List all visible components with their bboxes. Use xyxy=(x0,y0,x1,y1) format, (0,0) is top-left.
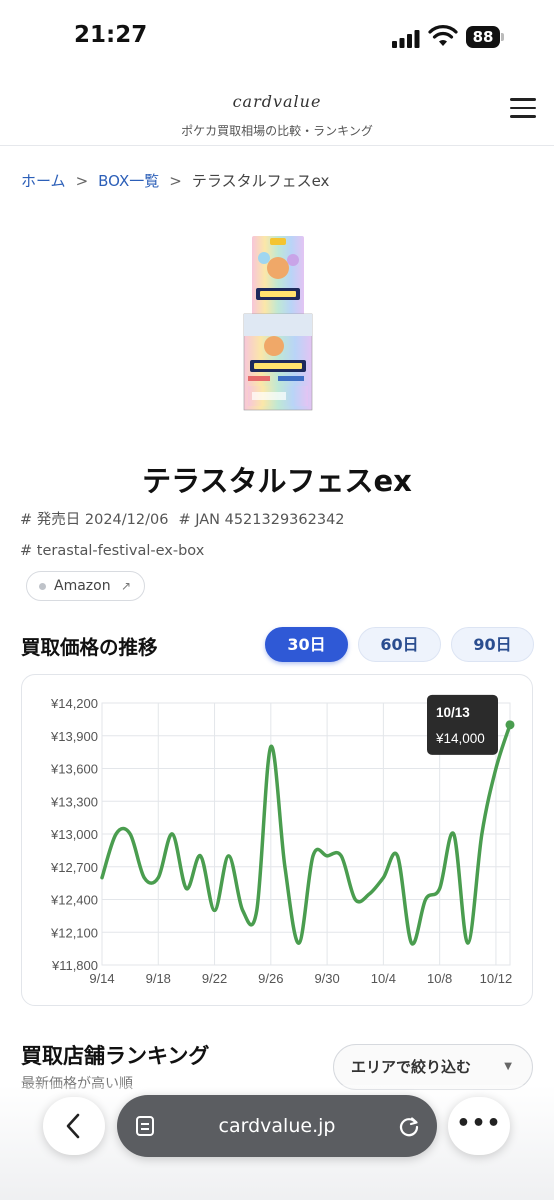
x-tick-label: 10/4 xyxy=(371,971,396,986)
y-tick-label: ¥14,200 xyxy=(50,696,98,711)
breadcrumb-box-list[interactable]: BOX一覧 xyxy=(98,172,159,190)
range-60-days-button[interactable]: 60日 xyxy=(358,627,441,662)
product-slug-tag[interactable]: # terastal-festival-ex-box xyxy=(20,543,204,559)
browser-back-button[interactable] xyxy=(43,1097,105,1155)
status-time: 21:27 xyxy=(74,22,148,48)
x-tick-label: 9/14 xyxy=(89,971,114,986)
release-date-tag[interactable]: # 発売日 2024/12/06 xyxy=(20,512,168,528)
breadcrumb: ホーム > BOX一覧 > テラスタルフェスex xyxy=(21,170,329,191)
y-tick-label: ¥12,700 xyxy=(50,860,98,875)
battery-nub xyxy=(501,33,504,41)
reload-icon[interactable] xyxy=(397,1114,421,1138)
y-tick-label: ¥13,300 xyxy=(50,794,98,809)
status-dot-icon xyxy=(39,583,46,590)
battery-level: 88 xyxy=(466,26,500,48)
tooltip-date: 10/13 xyxy=(436,705,470,720)
breadcrumb-current: テラスタルフェスex xyxy=(191,172,330,190)
breadcrumb-separator: > xyxy=(169,172,182,190)
more-dots-icon: ••• xyxy=(456,1111,502,1136)
x-tick-label: 9/30 xyxy=(314,971,339,986)
browser-more-button[interactable]: ••• xyxy=(448,1097,510,1155)
chevron-down-icon: ▼ xyxy=(504,1061,512,1072)
range-90-days-button[interactable]: 90日 xyxy=(451,627,534,662)
y-tick-label: ¥13,900 xyxy=(50,729,98,744)
price-chart-card: ¥11,800 ¥12,100 ¥12,400 ¥12,700 ¥13,000 ¥13,3… xyxy=(21,674,533,1006)
browser-url[interactable]: cardvalue.jp xyxy=(117,1095,437,1157)
jan-code-tag[interactable]: # JAN 4521329362342 xyxy=(178,512,344,528)
status-bar: 21:27 88 xyxy=(0,0,554,70)
product-meta: # 発売日 2024/12/06 # JAN 4521329362342 xyxy=(20,508,345,529)
breadcrumb-separator: > xyxy=(75,172,89,190)
active-data-point[interactable] xyxy=(505,720,515,730)
site-tagline: ポケカ買取相場の比較・ランキング xyxy=(181,124,373,138)
amazon-link-label: Amazon xyxy=(54,578,111,594)
breadcrumb-home[interactable]: ホーム xyxy=(21,172,66,190)
chevron-left-icon xyxy=(66,1113,80,1139)
product-box-image xyxy=(243,236,313,411)
price-line-chart[interactable]: ¥11,800¥12,100¥12,400¥12,700¥13,000¥13,3… xyxy=(22,675,534,1007)
x-tick-label: 9/18 xyxy=(146,971,171,986)
x-tick-label: 9/26 xyxy=(258,971,283,986)
y-tick-label: ¥13,600 xyxy=(50,762,98,777)
product-title: テラスタルフェスex xyxy=(142,464,412,498)
store-ranking-title: 買取店舗ランキング xyxy=(21,1044,210,1068)
range-30-days-button[interactable]: 30日 xyxy=(265,627,348,662)
hamburger-icon[interactable] xyxy=(510,98,536,120)
area-filter-label: エリアで絞り込む xyxy=(351,1058,472,1076)
area-filter-dropdown[interactable]: エリアで絞り込む ▼ xyxy=(333,1044,533,1090)
site-header: cardvalue ポケカ買取相場の比較・ランキング xyxy=(0,78,554,146)
y-tick-label: ¥12,100 xyxy=(50,925,98,940)
y-tick-label: ¥13,000 xyxy=(50,827,98,842)
amazon-link-button[interactable]: Amazon ↗ xyxy=(26,571,145,601)
y-tick-label: ¥12,400 xyxy=(50,893,98,908)
cellular-signal-icon xyxy=(392,30,420,48)
x-tick-label: 10/8 xyxy=(427,971,452,986)
x-tick-label: 10/12 xyxy=(480,971,513,986)
site-logo[interactable]: cardvalue xyxy=(0,92,554,111)
price-history-title: 買取価格の推移 xyxy=(21,636,158,659)
tooltip-value: ¥14,000 xyxy=(435,731,485,746)
external-link-icon: ↗ xyxy=(120,579,131,593)
battery-indicator: 88 xyxy=(466,26,504,48)
x-tick-label: 9/22 xyxy=(202,971,227,986)
wifi-icon xyxy=(428,25,458,46)
browser-address-bar[interactable]: cardvalue.jp xyxy=(117,1095,437,1157)
